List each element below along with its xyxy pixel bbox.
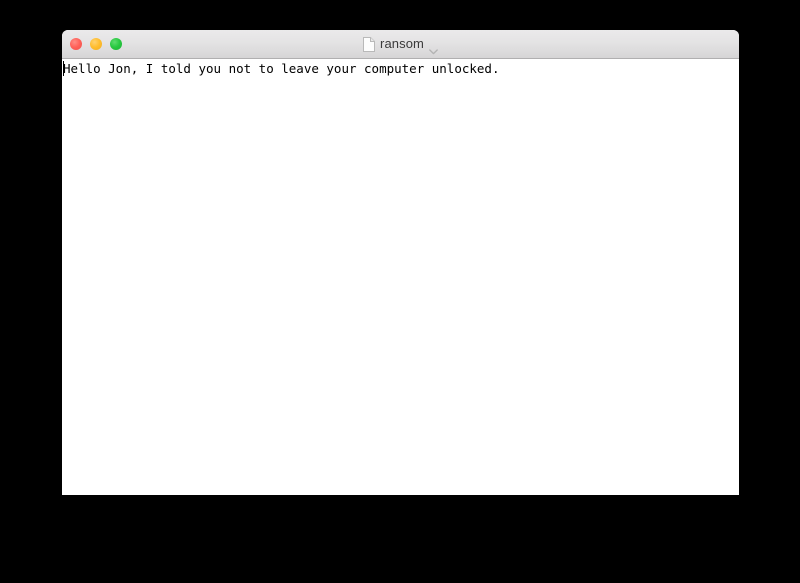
zoom-button[interactable] [110, 38, 122, 50]
desktop-background: ransom Hello Jon, I told you not to leav… [0, 0, 800, 583]
document-page-icon [363, 36, 376, 52]
window-controls [70, 30, 122, 58]
chevron-down-icon[interactable] [429, 42, 438, 55]
close-button[interactable] [70, 38, 82, 50]
window-title: ransom [380, 36, 424, 51]
document-text-area[interactable]: Hello Jon, I told you not to leave your … [62, 59, 739, 495]
document-body-text: Hello Jon, I told you not to leave your … [63, 61, 500, 76]
minimize-button[interactable] [90, 38, 102, 50]
window-title-group: ransom [62, 30, 739, 58]
text-editor-window: ransom Hello Jon, I told you not to leav… [62, 30, 739, 495]
window-titlebar[interactable]: ransom [62, 30, 739, 59]
